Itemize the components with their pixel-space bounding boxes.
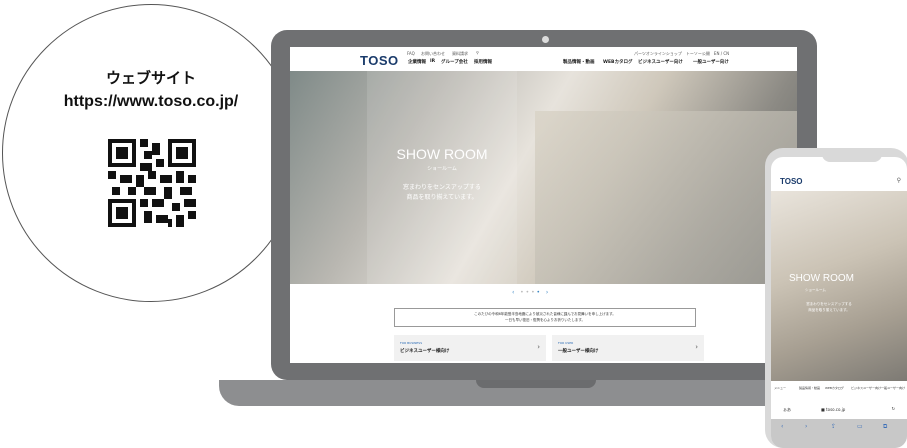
hero-image[interactable]: SHOW ROOM ショールーム 窓まわりをセンスアップする 商品を取り揃えてい… xyxy=(290,71,797,284)
business-card[interactable]: FOR BUSINESS ビジネスユーザー様向け › xyxy=(394,335,546,361)
nav-business[interactable]: ビジネスユーザー向け xyxy=(638,59,683,65)
phone-nav-products[interactable]: 製品情報・動画 xyxy=(799,386,820,390)
nav-ir[interactable]: IR xyxy=(430,59,435,64)
laptop-notch xyxy=(476,380,596,388)
url-text[interactable]: ■ toso.co.jp xyxy=(821,407,845,412)
hero-overlay xyxy=(367,71,517,284)
laptop-screen: TOSO FAQ お問い合わせ 資料請求 ⚲ パーツオンラインショップ トーソー… xyxy=(290,47,797,363)
phone-hero-text: 窓まわりをセンスアップする 商品を取り揃えています。 xyxy=(793,301,865,313)
nav-company[interactable]: 企業情報 xyxy=(408,59,426,65)
card-label: FOR USER xyxy=(558,341,574,345)
notice-line-2: 一日も早い復旧・復興を心よりお祈りいたします。 xyxy=(504,318,586,322)
chevron-right-icon[interactable]: › xyxy=(546,289,548,296)
hero-line-1: 窓まわりをセンスアップする xyxy=(403,184,481,191)
phone-hero[interactable]: SHOW ROOM ショールーム 窓まわりをセンスアップする 商品を取り揃えてい… xyxy=(771,191,907,381)
back-icon[interactable]: ‹ xyxy=(781,423,783,430)
nav-user[interactable]: 一般ユーザー向け xyxy=(693,59,729,65)
card-label: FOR BUSINESS xyxy=(400,341,423,345)
chevron-left-icon[interactable]: ‹ xyxy=(512,289,514,296)
carousel-pager[interactable]: ‹ • • • • › xyxy=(512,289,548,296)
site-logo[interactable]: TOSO xyxy=(360,53,399,68)
hero-subtitle: ショールーム xyxy=(427,166,457,172)
phone-hero-title: SHOW ROOM xyxy=(789,273,854,284)
phone-toolbar: ‹ › ⇪ ▭ ⧉ xyxy=(771,419,907,448)
reload-icon[interactable]: ↻ xyxy=(892,406,895,411)
user-card[interactable]: FOR USER 一般ユーザー様向け › xyxy=(552,335,704,361)
url-text-size[interactable]: ぁあ xyxy=(783,407,791,413)
pager-dot[interactable]: • xyxy=(531,289,535,296)
notice-box: このたびの令和6年能登半島地震により被災された皆様に謹んでお見舞いを申し上げます… xyxy=(394,308,696,327)
phone-notch xyxy=(822,150,882,162)
chevron-right-icon: › xyxy=(537,343,540,351)
card-title: 一般ユーザー様向け xyxy=(558,349,599,354)
hero-desk xyxy=(535,111,797,284)
pager-dot-active[interactable]: • xyxy=(537,289,541,296)
share-icon[interactable]: ⇪ xyxy=(831,423,836,430)
search-icon[interactable]: ⚲ xyxy=(476,50,479,55)
phone-nav-menu[interactable]: メニュー xyxy=(774,386,786,390)
tabs-icon[interactable]: ⧉ xyxy=(883,423,887,431)
phone-nav-webcatalog[interactable]: WEBカタログ xyxy=(825,386,844,390)
callout-title: ウェブサイト xyxy=(105,69,196,87)
pager-dot[interactable]: • xyxy=(520,289,524,296)
camera-icon xyxy=(542,36,549,43)
hero-line-2: 商品を取り揃えています。 xyxy=(406,194,478,201)
top-right-links[interactable]: パーツオンラインショップ トーソー公開 EN / CN xyxy=(634,51,729,57)
search-icon[interactable]: ⚲ xyxy=(897,177,901,184)
phone-hero-subtitle: ショールーム xyxy=(805,288,826,292)
phone-nav-business[interactable]: ビジネスユーザー向け xyxy=(851,386,881,390)
top-link-request[interactable]: 資料請求 xyxy=(452,51,468,57)
hero-title: SHOW ROOM xyxy=(396,146,488,162)
nav-group[interactable]: グループ会社 xyxy=(441,59,468,65)
bookmarks-icon[interactable]: ▭ xyxy=(857,423,863,430)
phone-screen: TOSO ⚲ SHOW ROOM ショールーム 窓まわりをセンスアップする 商品… xyxy=(771,157,907,448)
nav-recruit[interactable]: 採用情報 xyxy=(474,59,492,65)
pager-dot[interactable]: • xyxy=(526,289,530,296)
qr-code-icon[interactable] xyxy=(108,139,196,227)
top-link-faq[interactable]: FAQ xyxy=(407,51,415,56)
nav-products[interactable]: 製品情報・動画 xyxy=(563,59,595,65)
top-link-contact[interactable]: お問い合わせ xyxy=(421,51,445,57)
phone-hero-line-2: 商品を取り揃えています。 xyxy=(808,308,850,312)
forward-icon[interactable]: › xyxy=(805,423,807,430)
chevron-right-icon: › xyxy=(695,343,698,351)
phone-nav: メニュー 製品情報・動画 WEBカタログ ビジネスユーザー向け 一般ユーザー向け xyxy=(771,381,907,401)
phone-logo[interactable]: TOSO xyxy=(780,177,803,186)
phone-nav-user[interactable]: 一般ユーザー向け xyxy=(881,386,905,390)
nav-webcatalog[interactable]: WEBカタログ xyxy=(603,59,632,65)
phone-url-bar[interactable]: ぁあ ■ toso.co.jp ↻ xyxy=(779,405,899,416)
hero-text: 窓まわりをセンスアップする 商品を取り揃えています。 xyxy=(370,183,514,203)
callout-url[interactable]: https://www.toso.co.jp/ xyxy=(3,93,299,111)
card-title: ビジネスユーザー様向け xyxy=(400,349,450,354)
